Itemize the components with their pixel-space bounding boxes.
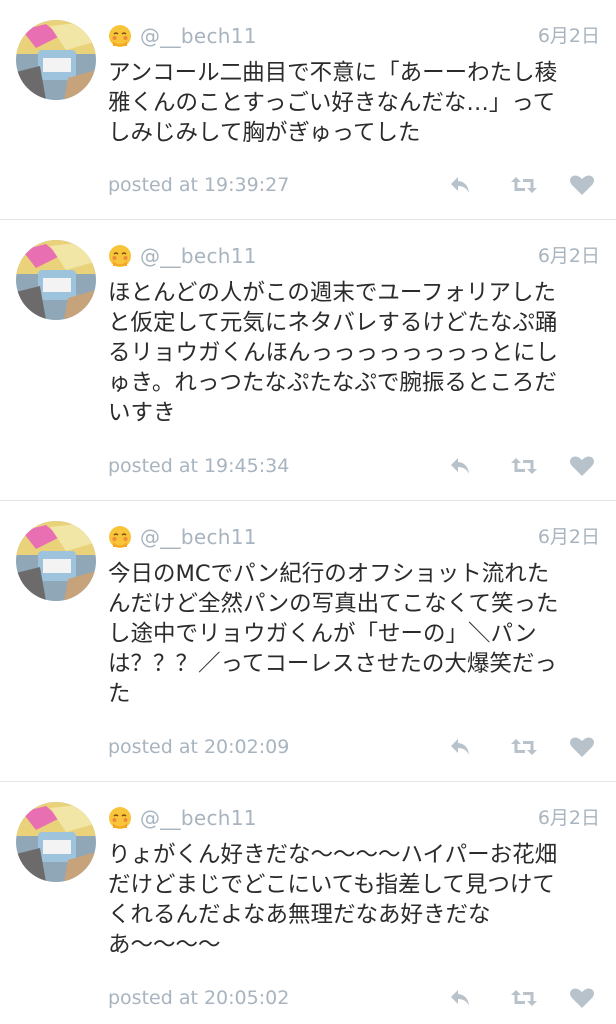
heart-icon	[570, 456, 594, 476]
retweet-icon	[511, 990, 537, 1006]
like-button[interactable]	[566, 731, 598, 763]
tweet-header: @__bech11 6月2日	[108, 240, 600, 272]
heart-icon	[570, 737, 594, 757]
retweet-icon	[511, 177, 537, 193]
tweet-header: @__bech11 6月2日	[108, 802, 600, 834]
heart-icon	[570, 175, 594, 195]
tweet-text: 今日のMCでパン紀行のオフショット流れた んだけど全然パンの写真出てこなくて笑っ…	[108, 561, 559, 707]
blushing-face-emoji-icon	[108, 525, 132, 549]
posted-timestamp: posted at 20:05:02	[108, 987, 290, 1009]
user-handle[interactable]: @__bech11	[140, 806, 257, 830]
reply-button[interactable]	[444, 450, 476, 482]
blushing-face-emoji-icon	[108, 806, 132, 830]
user-handle[interactable]: @__bech11	[140, 244, 257, 268]
tweet-card[interactable]: @__bech11 6月2日 アンコール二曲目で不意に「あーーわたし稜 雅くんの…	[0, 0, 616, 220]
blushing-face-emoji-icon	[108, 244, 132, 268]
retweet-icon	[511, 739, 537, 755]
reply-button[interactable]	[444, 169, 476, 201]
tweet-card[interactable]: @__bech11 6月2日 今日のMCでパン紀行のオフショット流れた んだけど…	[0, 501, 616, 782]
tweet-header: @__bech11 6月2日	[108, 20, 600, 52]
like-button[interactable]	[566, 450, 598, 482]
retweet-icon	[511, 458, 537, 474]
reply-button[interactable]	[444, 731, 476, 763]
reply-icon	[451, 458, 469, 474]
heart-icon	[570, 988, 594, 1008]
tweet-date[interactable]: 6月2日	[538, 525, 600, 549]
tweet-text: アンコール二曲目で不意に「あーーわたし稜 雅くんのことすっごい好きなんだな…」っ…	[108, 60, 558, 146]
tweet-card[interactable]: @__bech11 6月2日 りょがくん好きだな〜〜〜〜ハイパーお花畑 だけどま…	[0, 782, 616, 1024]
tweet-date[interactable]: 6月2日	[538, 24, 600, 48]
user-handle[interactable]: @__bech11	[140, 24, 257, 48]
reply-button[interactable]	[444, 982, 476, 1014]
retweet-button[interactable]	[508, 982, 540, 1014]
tweet-date[interactable]: 6月2日	[538, 244, 600, 268]
retweet-button[interactable]	[508, 731, 540, 763]
user-handle[interactable]: @__bech11	[140, 525, 257, 549]
tweet-footer: posted at 20:02:09	[108, 731, 600, 763]
posted-timestamp: posted at 19:39:27	[108, 174, 290, 196]
avatar[interactable]	[16, 802, 96, 882]
like-button[interactable]	[566, 169, 598, 201]
retweet-button[interactable]	[508, 169, 540, 201]
tweet-feed: @__bech11 6月2日 アンコール二曲目で不意に「あーーわたし稜 雅くんの…	[0, 0, 616, 1024]
posted-timestamp: posted at 19:45:34	[108, 455, 290, 477]
like-button[interactable]	[566, 982, 598, 1014]
tweet-footer: posted at 20:05:02	[108, 982, 600, 1014]
avatar[interactable]	[16, 20, 96, 100]
posted-timestamp: posted at 20:02:09	[108, 736, 290, 758]
reply-icon	[451, 739, 469, 755]
tweet-footer: posted at 19:45:34	[108, 450, 600, 482]
tweet-text: ほとんどの人がこの週末でユーフォリアした と仮定して元気にネタバレするけどたなぷ…	[108, 280, 559, 426]
blushing-face-emoji-icon	[108, 24, 132, 48]
reply-icon	[451, 990, 469, 1006]
tweet-text: りょがくん好きだな〜〜〜〜ハイパーお花畑 だけどまじでどこにいても指差して見つけ…	[108, 842, 558, 958]
retweet-button[interactable]	[508, 450, 540, 482]
tweet-header: @__bech11 6月2日	[108, 521, 600, 553]
avatar[interactable]	[16, 521, 96, 601]
avatar[interactable]	[16, 240, 96, 320]
reply-icon	[451, 177, 469, 193]
tweet-footer: posted at 19:39:27	[108, 169, 600, 201]
tweet-card[interactable]: @__bech11 6月2日 ほとんどの人がこの週末でユーフォリアした と仮定し…	[0, 220, 616, 501]
tweet-date[interactable]: 6月2日	[538, 806, 600, 830]
